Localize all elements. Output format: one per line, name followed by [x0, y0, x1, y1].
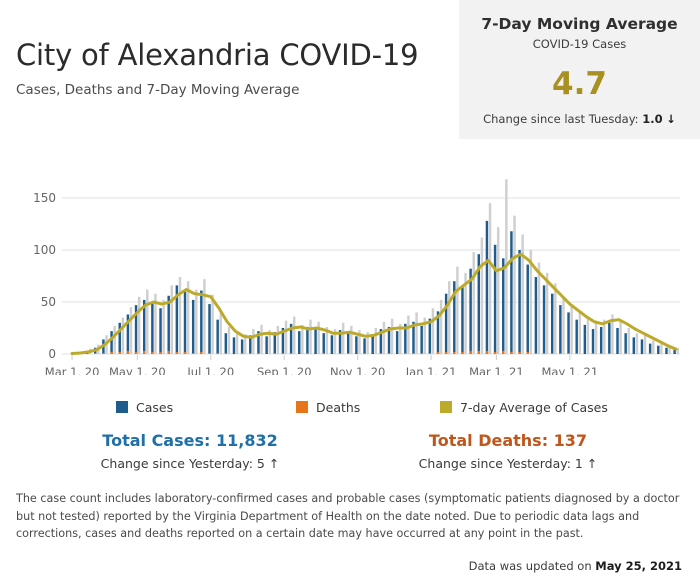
- kpi-change-label: Change since last Tuesday:: [483, 112, 639, 126]
- covid-cases-chart: 0 50 100 150 Mar 1, 20 May 1, 20 Jul 1, 20 Sep…: [0, 160, 700, 375]
- legend-swatch-cases-icon: [116, 401, 128, 413]
- page-subtitle: Cases, Deaths and 7-Day Moving Average: [16, 82, 300, 98]
- svg-text:Sep 1, 20: Sep 1, 20: [257, 365, 312, 375]
- svg-text:Jul 1, 20: Jul 1, 20: [186, 365, 234, 375]
- chart-x-axis-labels: Mar 1, 20 May 1, 20 Jul 1, 20 Sep 1, 20 Nov …: [45, 365, 598, 375]
- kpi-change-row: Change since last Tuesday: 1.0 ↓: [459, 112, 700, 127]
- total-deaths-change: Change since Yesterday: 1 ↑: [418, 456, 598, 471]
- total-deaths-block: Total Deaths: 137 Change since Yesterday…: [358, 430, 658, 472]
- legend-label-seven-day-average: 7-day Average of Cases: [460, 399, 608, 415]
- chart-x-axis-ticks: [71, 355, 571, 360]
- legend-swatch-deaths-icon: [296, 401, 308, 413]
- legend-label-deaths: Deaths: [316, 399, 361, 415]
- legend-item-seven-day-average[interactable]: 7-day Average of Cases: [440, 398, 608, 416]
- data-updated-date: May 25, 2021: [595, 559, 682, 573]
- chart-legend: Cases Deaths 7-day Average of Cases: [0, 398, 700, 418]
- chart-y-axis-labels: 0 50 100 150: [33, 191, 56, 361]
- legend-label-cases: Cases: [136, 399, 174, 415]
- svg-text:Nov 1, 20: Nov 1, 20: [330, 365, 385, 375]
- total-cases-headline: Total Cases: 11,832: [102, 431, 278, 450]
- kpi-change-value: 1.0: [642, 112, 663, 126]
- kpi-value: 4.7: [552, 66, 607, 102]
- chart-bars-reported-total: [80, 179, 679, 354]
- total-deaths-headline: Total Deaths: 137: [428, 431, 588, 450]
- kpi-title: 7-Day Moving Average: [481, 15, 678, 33]
- legend-item-cases[interactable]: Cases: [116, 398, 173, 416]
- svg-text:100: 100: [33, 243, 56, 257]
- page-title: City of Alexandria COVID-19: [16, 38, 419, 72]
- svg-text:50: 50: [41, 295, 56, 309]
- legend-swatch-seven-day-average-icon: [440, 401, 452, 413]
- total-cases-block: Total Cases: 11,832 Change since Yesterd…: [40, 430, 340, 472]
- data-updated-prefix: Data was updated on: [468, 559, 596, 573]
- totals-row: Total Cases: 11,832 Change since Yesterd…: [0, 430, 700, 480]
- svg-text:May 1, 21: May 1, 21: [541, 365, 598, 375]
- total-cases-change: Change since Yesterday: 5 ↑: [100, 456, 280, 471]
- svg-text:Mar 1, 21: Mar 1, 21: [469, 365, 524, 375]
- kpi-change-down-arrow-icon: ↓: [666, 112, 676, 126]
- header: City of Alexandria COVID-19 Cases, Death…: [16, 38, 456, 99]
- svg-text:Mar 1, 20: Mar 1, 20: [45, 365, 100, 375]
- svg-text:May 1, 20: May 1, 20: [109, 365, 166, 375]
- svg-text:Jan 1, 21: Jan 1, 21: [405, 365, 457, 375]
- footnote-text: The case count includes laboratory-confi…: [16, 492, 680, 540]
- kpi-subtitle: COVID-19 Cases: [532, 37, 627, 51]
- kpi-card-seven-day-average: 7-Day Moving Average COVID-19 Cases 4.7 …: [459, 0, 700, 139]
- svg-text:0: 0: [48, 347, 56, 361]
- chart-svg: 0 50 100 150 Mar 1, 20 May 1, 20 Jul 1, 20 Sep…: [33, 179, 680, 375]
- legend-item-deaths[interactable]: Deaths: [296, 398, 360, 416]
- svg-text:150: 150: [33, 191, 56, 205]
- data-updated-line: Data was updated on May 25, 2021: [469, 559, 682, 573]
